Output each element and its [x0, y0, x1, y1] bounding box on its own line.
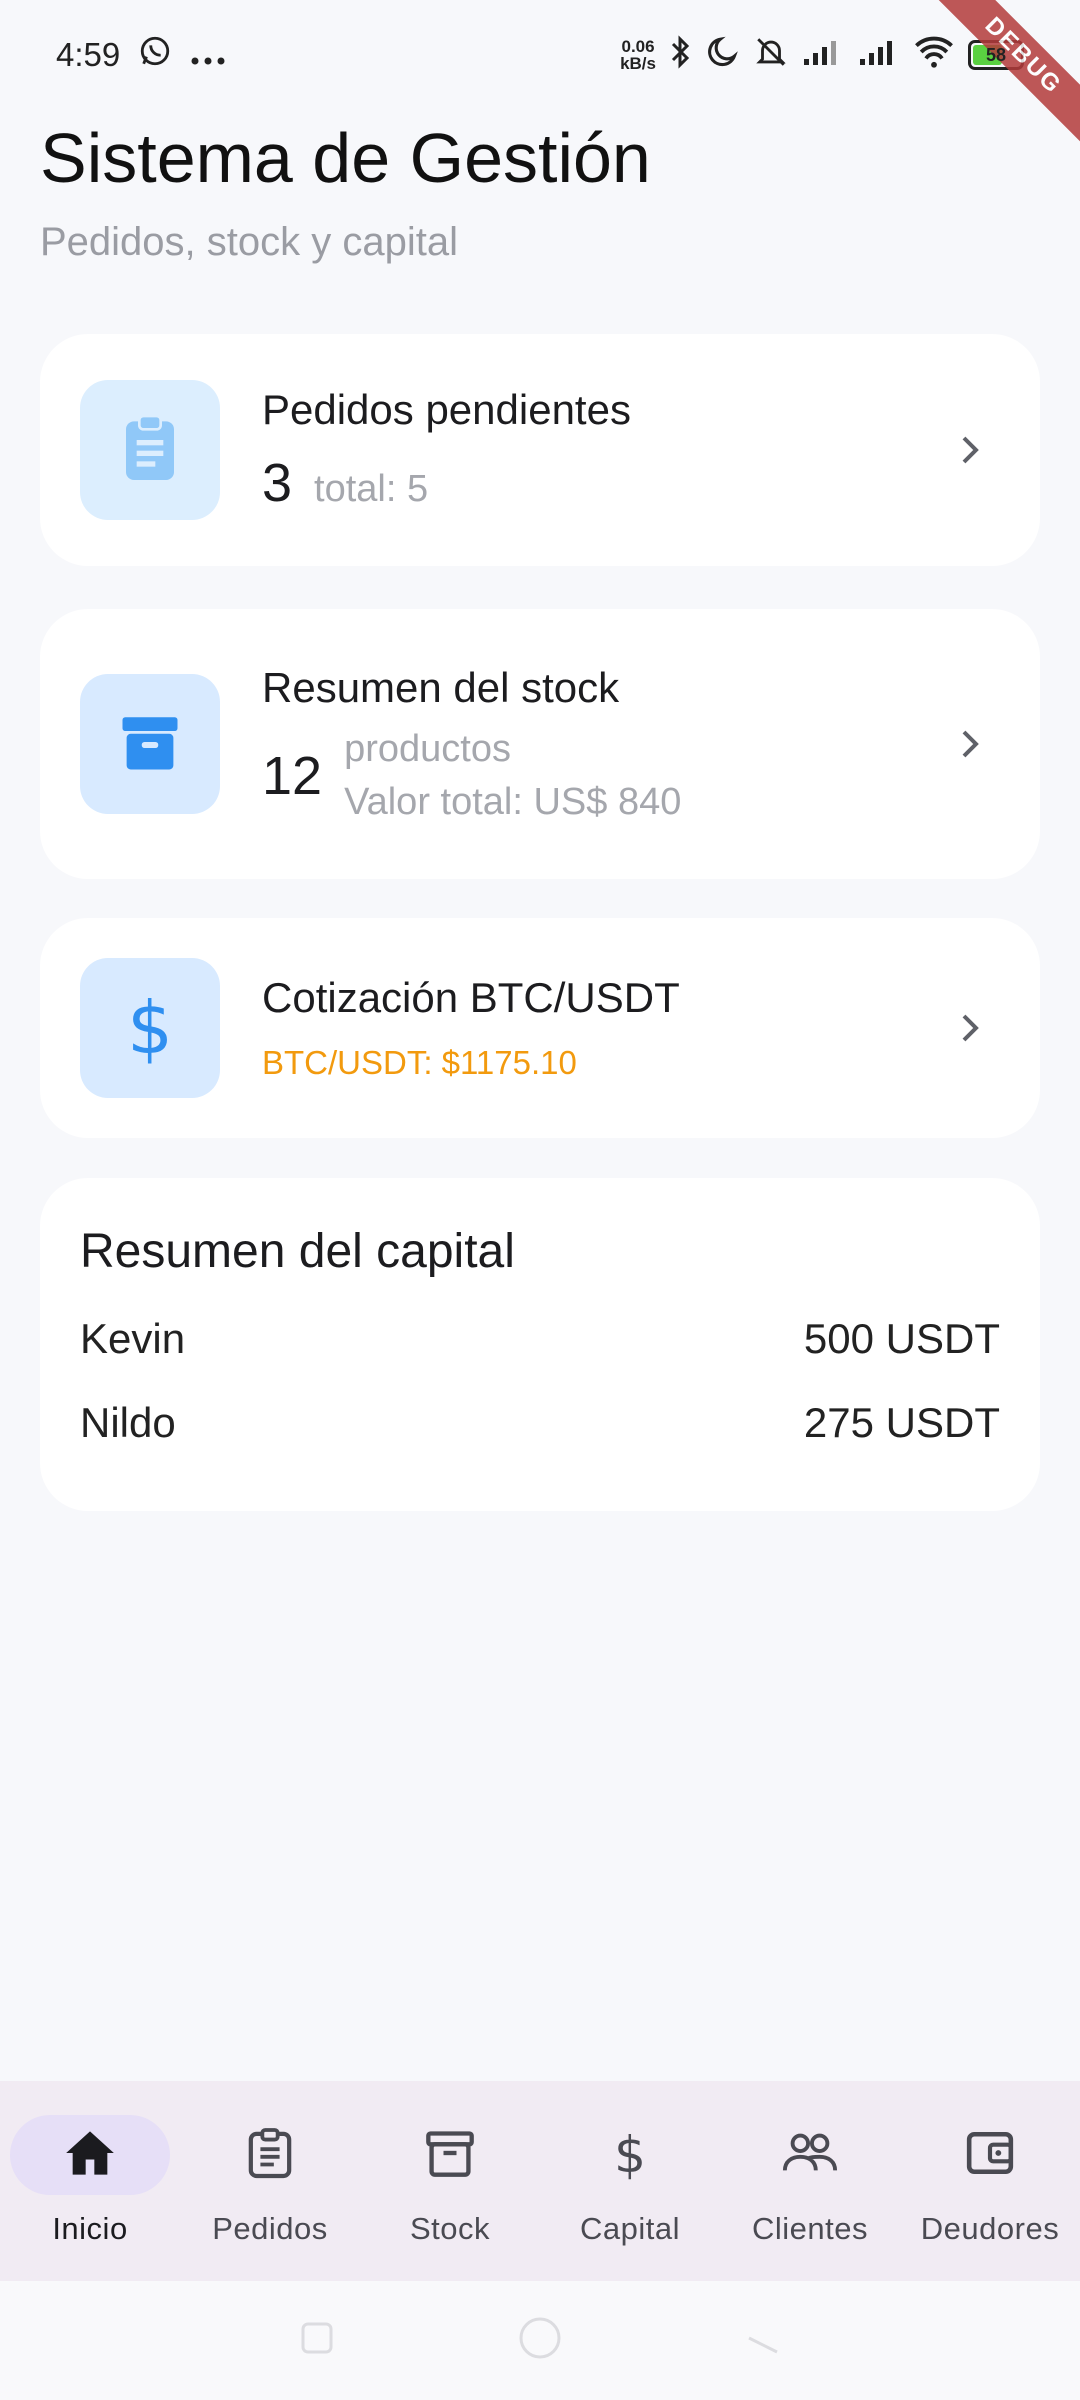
stock-icon-box: [80, 674, 220, 814]
more-dots-icon: [190, 36, 226, 74]
nav-label: Capital: [580, 2211, 680, 2246]
page-title: Sistema de Gestión: [40, 119, 651, 197]
archive-box-icon: [117, 709, 183, 780]
nav-item-pedidos[interactable]: Pedidos: [180, 2081, 360, 2247]
clipboard-icon: [118, 413, 182, 488]
moon-icon: [706, 35, 740, 76]
nav-item-stock[interactable]: Stock: [360, 2081, 540, 2247]
app-screen: 4:59 0.06 kB/s 58 DEBUG Sistema de Gesti…: [0, 0, 1080, 2400]
btc-quote-card[interactable]: $ Cotización BTC/USDT BTC/USDT: $1175.10: [40, 918, 1040, 1138]
clipboard-icon: [247, 2126, 293, 2185]
stock-summary-stats: 12 productos Valor total: US$ 840: [262, 728, 940, 824]
stock-product-count: 12: [262, 746, 323, 806]
capital-summary-card: Resumen del capital Kevin 500 USDT Nildo…: [40, 1178, 1040, 1511]
stock-total-value: Valor total: US$ 840: [344, 781, 682, 823]
bell-off-icon: [754, 35, 788, 76]
capital-row-name: Nildo: [80, 1399, 176, 1446]
nav-item-deudores[interactable]: Deudores: [900, 2081, 1080, 2247]
wifi-icon: [914, 36, 954, 75]
capital-row: Nildo 275 USDT: [80, 1399, 1000, 1447]
btc-quote-title: Cotización BTC/USDT: [262, 974, 680, 1021]
status-time: 4:59: [56, 36, 121, 73]
recent-apps-button[interactable]: [297, 2318, 337, 2363]
nav-icon-wrap: [370, 2115, 530, 2195]
stock-summary-text: Resumen del stock 12 productos Valor tot…: [262, 664, 940, 824]
stock-summary-details: productos Valor total: US$ 840: [344, 728, 681, 824]
battery-level: 58: [985, 44, 1007, 65]
net-speed: 0.06 kB/s: [620, 38, 656, 72]
dollar-icon: $: [127, 986, 173, 1070]
nav-item-inicio[interactable]: Inicio: [0, 2081, 180, 2247]
capital-summary-title: Resumen del capital: [80, 1225, 515, 1278]
signal-icon-2: [858, 37, 900, 74]
home-icon: [64, 2129, 116, 2182]
nav-icon-wrap: [910, 2115, 1070, 2195]
pending-orders-title: Pedidos pendientes: [262, 386, 631, 433]
stock-summary-title: Resumen del stock: [262, 664, 620, 711]
chevron-right-icon: [940, 432, 1000, 468]
net-speed-unit: kB/s: [620, 54, 656, 73]
nav-icon-wrap: [190, 2115, 350, 2195]
home-button[interactable]: [517, 2315, 563, 2366]
chevron-right-icon: [940, 726, 1000, 762]
system-navigation-bar: [0, 2281, 1080, 2400]
pending-orders-icon-box: [80, 380, 220, 520]
stock-products-label: productos: [344, 728, 511, 770]
page-subtitle: Pedidos, stock y capital: [40, 220, 458, 264]
back-button[interactable]: [743, 2318, 783, 2363]
chevron-right-icon: [940, 1010, 1000, 1046]
nav-item-clientes[interactable]: Clientes: [720, 2081, 900, 2247]
pending-orders-total: total: 5: [314, 468, 429, 510]
capital-row-amount: 500 USDT: [803, 1315, 1000, 1362]
page-header: Sistema de Gestión Pedidos, stock y capi…: [40, 118, 651, 265]
btc-quote-text: Cotización BTC/USDT BTC/USDT: $1175.10: [262, 974, 940, 1082]
nav-label: Inicio: [52, 2211, 128, 2246]
archive-box-icon: [424, 2127, 476, 2184]
people-icon: [781, 2131, 839, 2180]
bluetooth-icon: [670, 34, 692, 77]
capital-row-amount: 275 USDT: [803, 1399, 1000, 1446]
dollar-icon: $: [614, 2126, 646, 2184]
capital-row-name: Kevin: [80, 1315, 186, 1362]
btc-quote-value: BTC/USDT: $1175.10: [262, 1044, 577, 1081]
status-right: 0.06 kB/s 58: [620, 34, 1024, 77]
wallet-icon: [965, 2128, 1015, 2183]
nav-label: Clientes: [752, 2211, 868, 2246]
btc-quote-row: $ Cotización BTC/USDT BTC/USDT: $1175.10: [40, 918, 1040, 1138]
nav-icon-wrap: $: [550, 2115, 710, 2195]
nav-label: Pedidos: [212, 2211, 328, 2246]
whatsapp-icon: [138, 34, 172, 76]
pending-orders-card[interactable]: Pedidos pendientes 3 total: 5: [40, 334, 1040, 566]
nav-icon-wrap: [730, 2115, 890, 2195]
stock-summary-card[interactable]: Resumen del stock 12 productos Valor tot…: [40, 609, 1040, 879]
capital-row: Kevin 500 USDT: [80, 1315, 1000, 1363]
pending-orders-count: 3: [262, 453, 293, 513]
net-speed-value: 0.06: [621, 37, 655, 56]
pending-orders-text: Pedidos pendientes 3 total: 5: [262, 386, 940, 514]
pending-orders-stats: 3 total: 5: [262, 452, 940, 514]
stock-summary-row: Resumen del stock 12 productos Valor tot…: [40, 609, 1040, 879]
btc-icon-box: $: [80, 958, 220, 1098]
signal-icon: [802, 37, 844, 74]
nav-active-indicator: [10, 2115, 170, 2195]
bottom-navigation: Inicio Pedidos Stock $ Capital Clientes …: [0, 2081, 1080, 2281]
nav-label: Stock: [409, 2211, 491, 2246]
status-left: 4:59: [56, 34, 226, 76]
pending-orders-row: Pedidos pendientes 3 total: 5: [40, 334, 1040, 566]
status-bar: 4:59 0.06 kB/s 58: [0, 0, 1080, 110]
nav-label: Deudores: [920, 2211, 1060, 2246]
nav-item-capital[interactable]: $ Capital: [540, 2081, 720, 2247]
